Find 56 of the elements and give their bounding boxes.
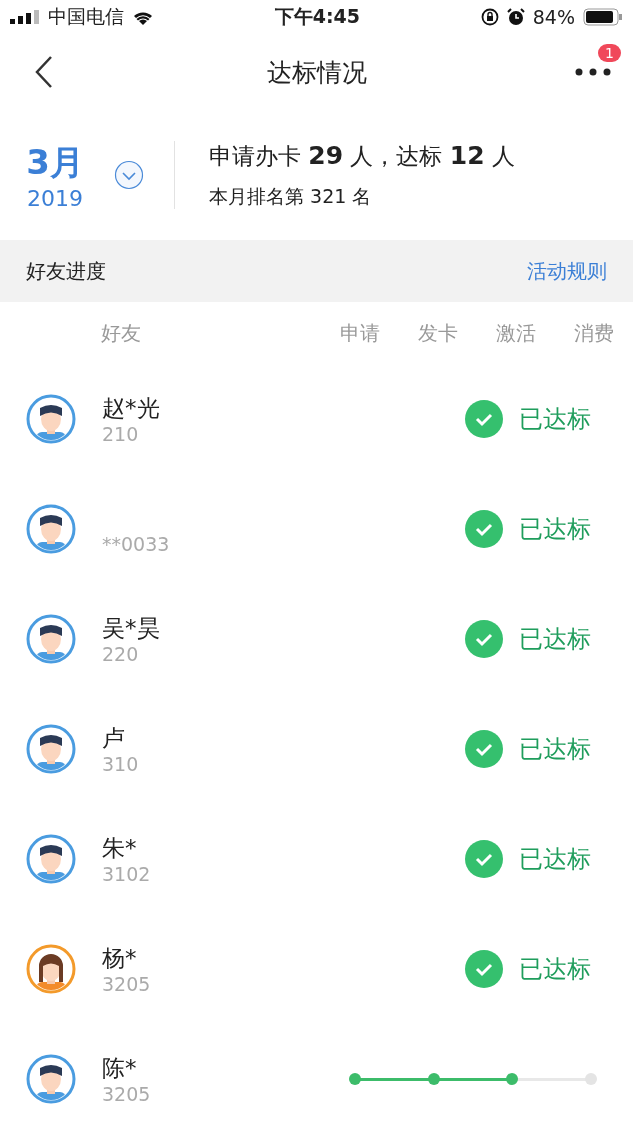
friend-id: 310 — [102, 753, 140, 775]
rotation-lock-icon — [480, 8, 499, 26]
column-header: 好友 — [101, 319, 142, 347]
avatar-icon — [26, 504, 76, 554]
friend-name: 卢 — [102, 724, 126, 753]
more-icon — [575, 68, 611, 76]
check-icon — [465, 950, 503, 988]
avatar-icon — [26, 944, 76, 994]
check-icon — [465, 400, 503, 438]
avatar-icon — [26, 834, 76, 884]
column-header: 申请 — [339, 319, 381, 347]
avatar-icon — [26, 724, 76, 774]
section-title: 好友进度 — [26, 257, 106, 285]
check-icon — [465, 730, 503, 768]
signal-icon — [10, 10, 40, 24]
year-label: 2019 — [27, 185, 83, 211]
status-time: 下午4:45 — [274, 4, 360, 29]
check-icon — [465, 510, 503, 548]
status-text: 已达标 — [519, 734, 591, 765]
friend-id: 3205 — [102, 973, 152, 995]
friend-name: 吴*昊 — [102, 614, 161, 643]
rules-link[interactable]: 活动规则 — [527, 257, 607, 285]
status-text: 已达标 — [519, 624, 591, 655]
check-icon — [465, 840, 503, 878]
friend-id: 3102 — [102, 863, 152, 885]
month-label: 3月 — [26, 140, 84, 184]
carrier-name: 中国电信 — [48, 4, 124, 29]
summary-text: 申请办卡 29 人，达标 12 人 — [209, 140, 515, 172]
friend-name: 朱* — [102, 834, 138, 863]
friend-id: 3205 — [102, 1083, 152, 1105]
column-header: 激活 — [495, 319, 537, 347]
back-icon[interactable] — [34, 55, 54, 89]
notification-badge: 1 — [598, 44, 621, 62]
status-text: 已达标 — [519, 844, 591, 875]
check-icon — [465, 620, 503, 658]
alarm-icon — [506, 8, 525, 26]
status-text: 已达标 — [519, 514, 591, 545]
column-header: 发卡 — [417, 319, 459, 347]
column-header: 消费 — [573, 319, 615, 347]
friend-name: 陈* — [102, 1054, 138, 1083]
dropdown-icon[interactable] — [114, 160, 144, 190]
page-title: 达标情况 — [266, 57, 367, 87]
friend-id: 220 — [102, 643, 140, 665]
friend-name: 杨* — [102, 944, 138, 973]
wifi-icon — [132, 9, 154, 25]
avatar-icon — [26, 614, 76, 664]
avatar-icon — [26, 394, 76, 444]
friend-id: **0033 — [102, 533, 171, 555]
status-text: 已达标 — [519, 404, 591, 435]
status-text: 已达标 — [519, 954, 591, 985]
avatar-icon — [26, 1054, 76, 1104]
friend-id: 210 — [102, 423, 140, 445]
battery-percent: 84% — [532, 6, 575, 28]
battery-icon — [583, 8, 623, 26]
ranking-text: 本月排名第 321 名 — [209, 183, 373, 209]
friend-name: 赵*光 — [102, 394, 161, 423]
